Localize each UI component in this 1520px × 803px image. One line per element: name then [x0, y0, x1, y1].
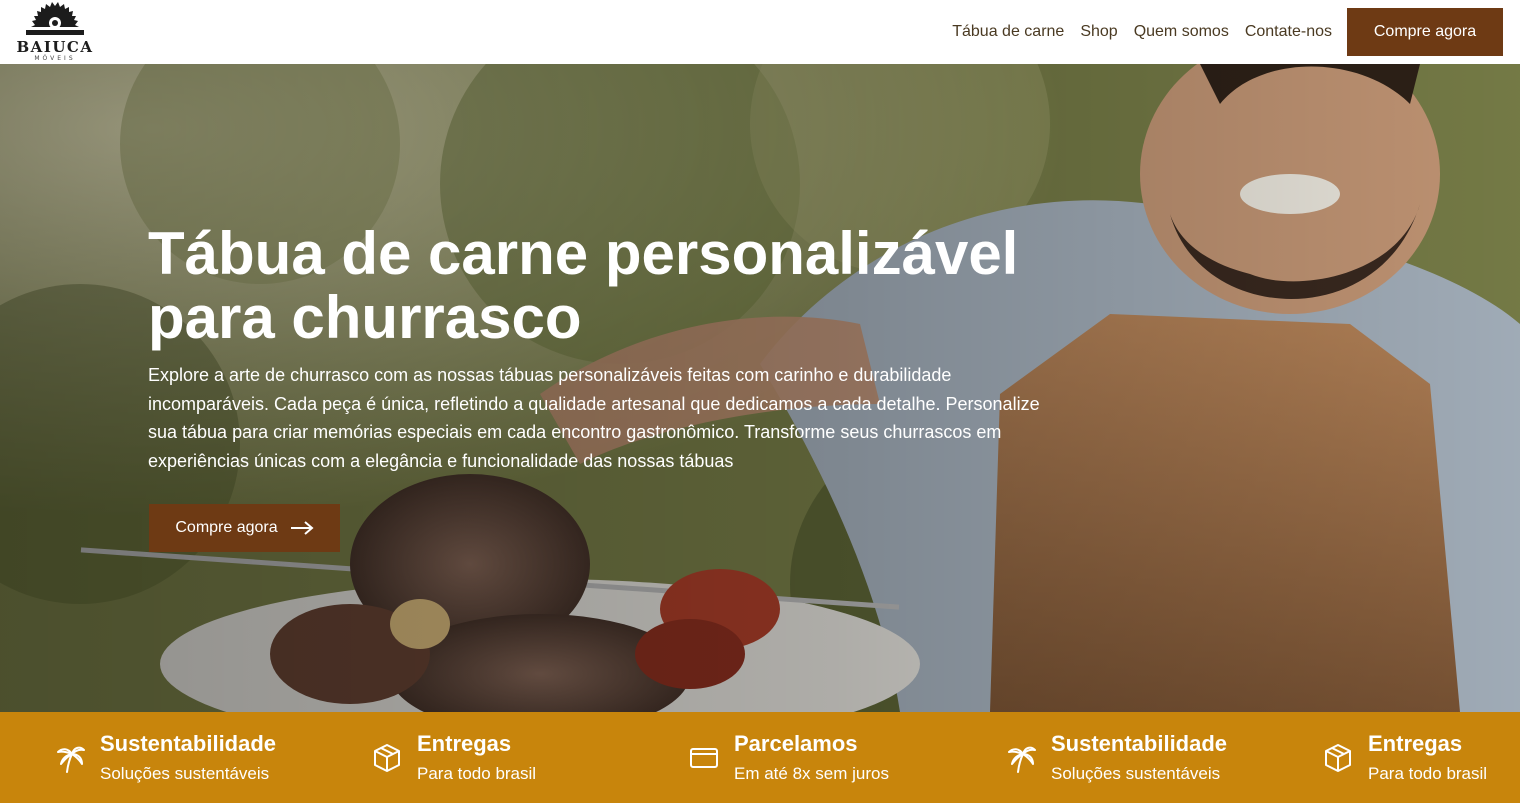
site-header: BAIUCA MÓVEIS Tábua de carne Shop Quem s… [0, 0, 1520, 64]
feature-title: Sustentabilidade [100, 730, 277, 756]
feature-subtitle: Em até 8x sem juros [734, 763, 889, 783]
feature-parcelamos: Parcelamos Em até 8x sem juros [686, 712, 889, 803]
feature-title: Entregas [417, 730, 512, 756]
arrow-right-icon [290, 521, 314, 535]
feature-subtitle: Para todo brasil [417, 763, 537, 783]
main-nav: Tábua de carne Shop Quem somos Contate-n… [952, 0, 1332, 64]
brand-subtitle: MÓVEIS [34, 55, 76, 62]
brand-logo[interactable]: BAIUCA MÓVEIS [14, 2, 96, 64]
package-icon [369, 740, 405, 776]
feature-subtitle: Soluções sustentáveis [1051, 763, 1221, 783]
nav-item-quem-somos[interactable]: Quem somos [1134, 23, 1229, 41]
feature-title: Entregas [1368, 730, 1463, 756]
feature-title: Parcelamos [734, 730, 858, 756]
package-icon [1320, 740, 1356, 776]
feature-subtitle: Soluções sustentáveis [100, 763, 270, 783]
saw-blade-logo-icon [26, 2, 84, 35]
nav-item-shop[interactable]: Shop [1080, 23, 1117, 41]
feature-sustentabilidade-2: Sustentabilidade Soluções sustentáveis [1003, 712, 1227, 803]
hero-buy-now-button[interactable]: Compre agora [149, 504, 340, 552]
credit-card-icon [686, 740, 722, 776]
feature-sustentabilidade: Sustentabilidade Soluções sustentáveis [52, 712, 276, 803]
header-buy-now-button[interactable]: Compre agora [1347, 8, 1503, 56]
feature-entregas: Entregas Para todo brasil [369, 712, 536, 803]
features-bar: Sustentabilidade Soluções sustentáveis E… [0, 712, 1520, 803]
feature-entregas-2: Entregas Para todo brasil [1320, 712, 1487, 803]
hero-description: Explore a arte de churrasco com as nossa… [148, 365, 1040, 471]
palm-tree-icon [1003, 740, 1039, 776]
hero-cta-label: Compre agora [175, 519, 278, 536]
nav-item-contate-nos[interactable]: Contate-nos [1245, 23, 1332, 41]
feature-title: Sustentabilidade [1051, 730, 1228, 756]
hero-title: Tábua de carne personalizável para churr… [148, 220, 1019, 351]
palm-tree-icon [52, 740, 88, 776]
nav-item-tabua-de-carne[interactable]: Tábua de carne [952, 23, 1064, 41]
brand-name: BAIUCA [16, 38, 94, 56]
feature-subtitle: Para todo brasil [1368, 763, 1488, 783]
hero-section: Tábua de carne personalizável para churr… [0, 64, 1520, 712]
